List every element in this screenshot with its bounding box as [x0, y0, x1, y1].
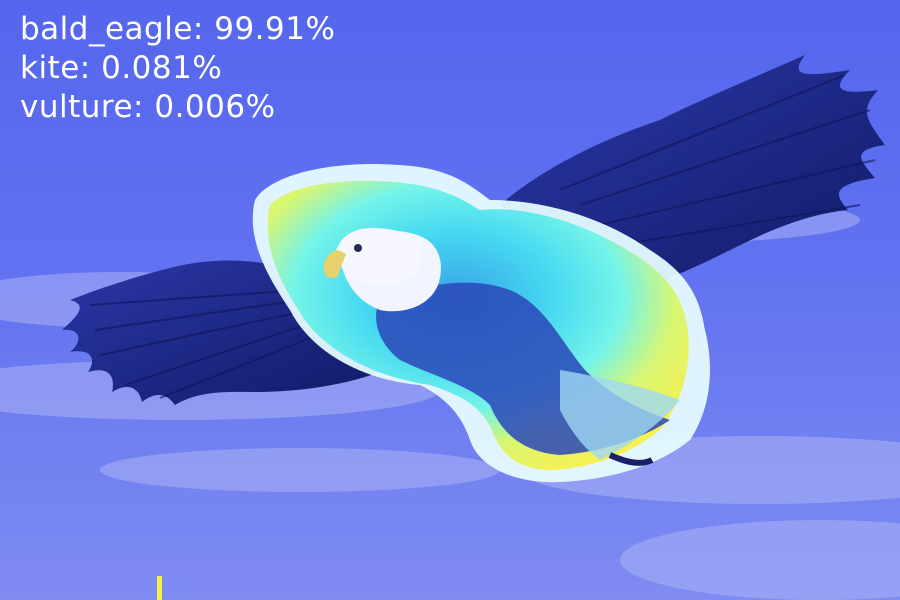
prediction-label: vulture — [20, 89, 134, 125]
prediction-row: bald_eagle: 99.91% — [20, 10, 335, 49]
prediction-score: 0.006% — [154, 89, 276, 125]
prediction-separator: : — [133, 89, 155, 125]
prediction-separator: : — [192, 11, 215, 47]
prediction-list: bald_eagle: 99.91% kite: 0.081% vulture:… — [20, 10, 335, 127]
prediction-label: kite — [20, 50, 80, 86]
prediction-row: kite: 0.081% — [20, 49, 335, 88]
prediction-label: bald_eagle — [20, 11, 193, 47]
prediction-row: vulture: 0.006% — [20, 88, 335, 127]
prediction-separator: : — [79, 50, 102, 86]
prediction-score: 99.91% — [214, 11, 336, 47]
eagle-eye — [354, 244, 362, 252]
prediction-score: 0.081% — [101, 50, 223, 86]
heat-marker — [157, 576, 162, 600]
classification-image: bald_eagle: 99.91% kite: 0.081% vulture:… — [0, 0, 900, 600]
